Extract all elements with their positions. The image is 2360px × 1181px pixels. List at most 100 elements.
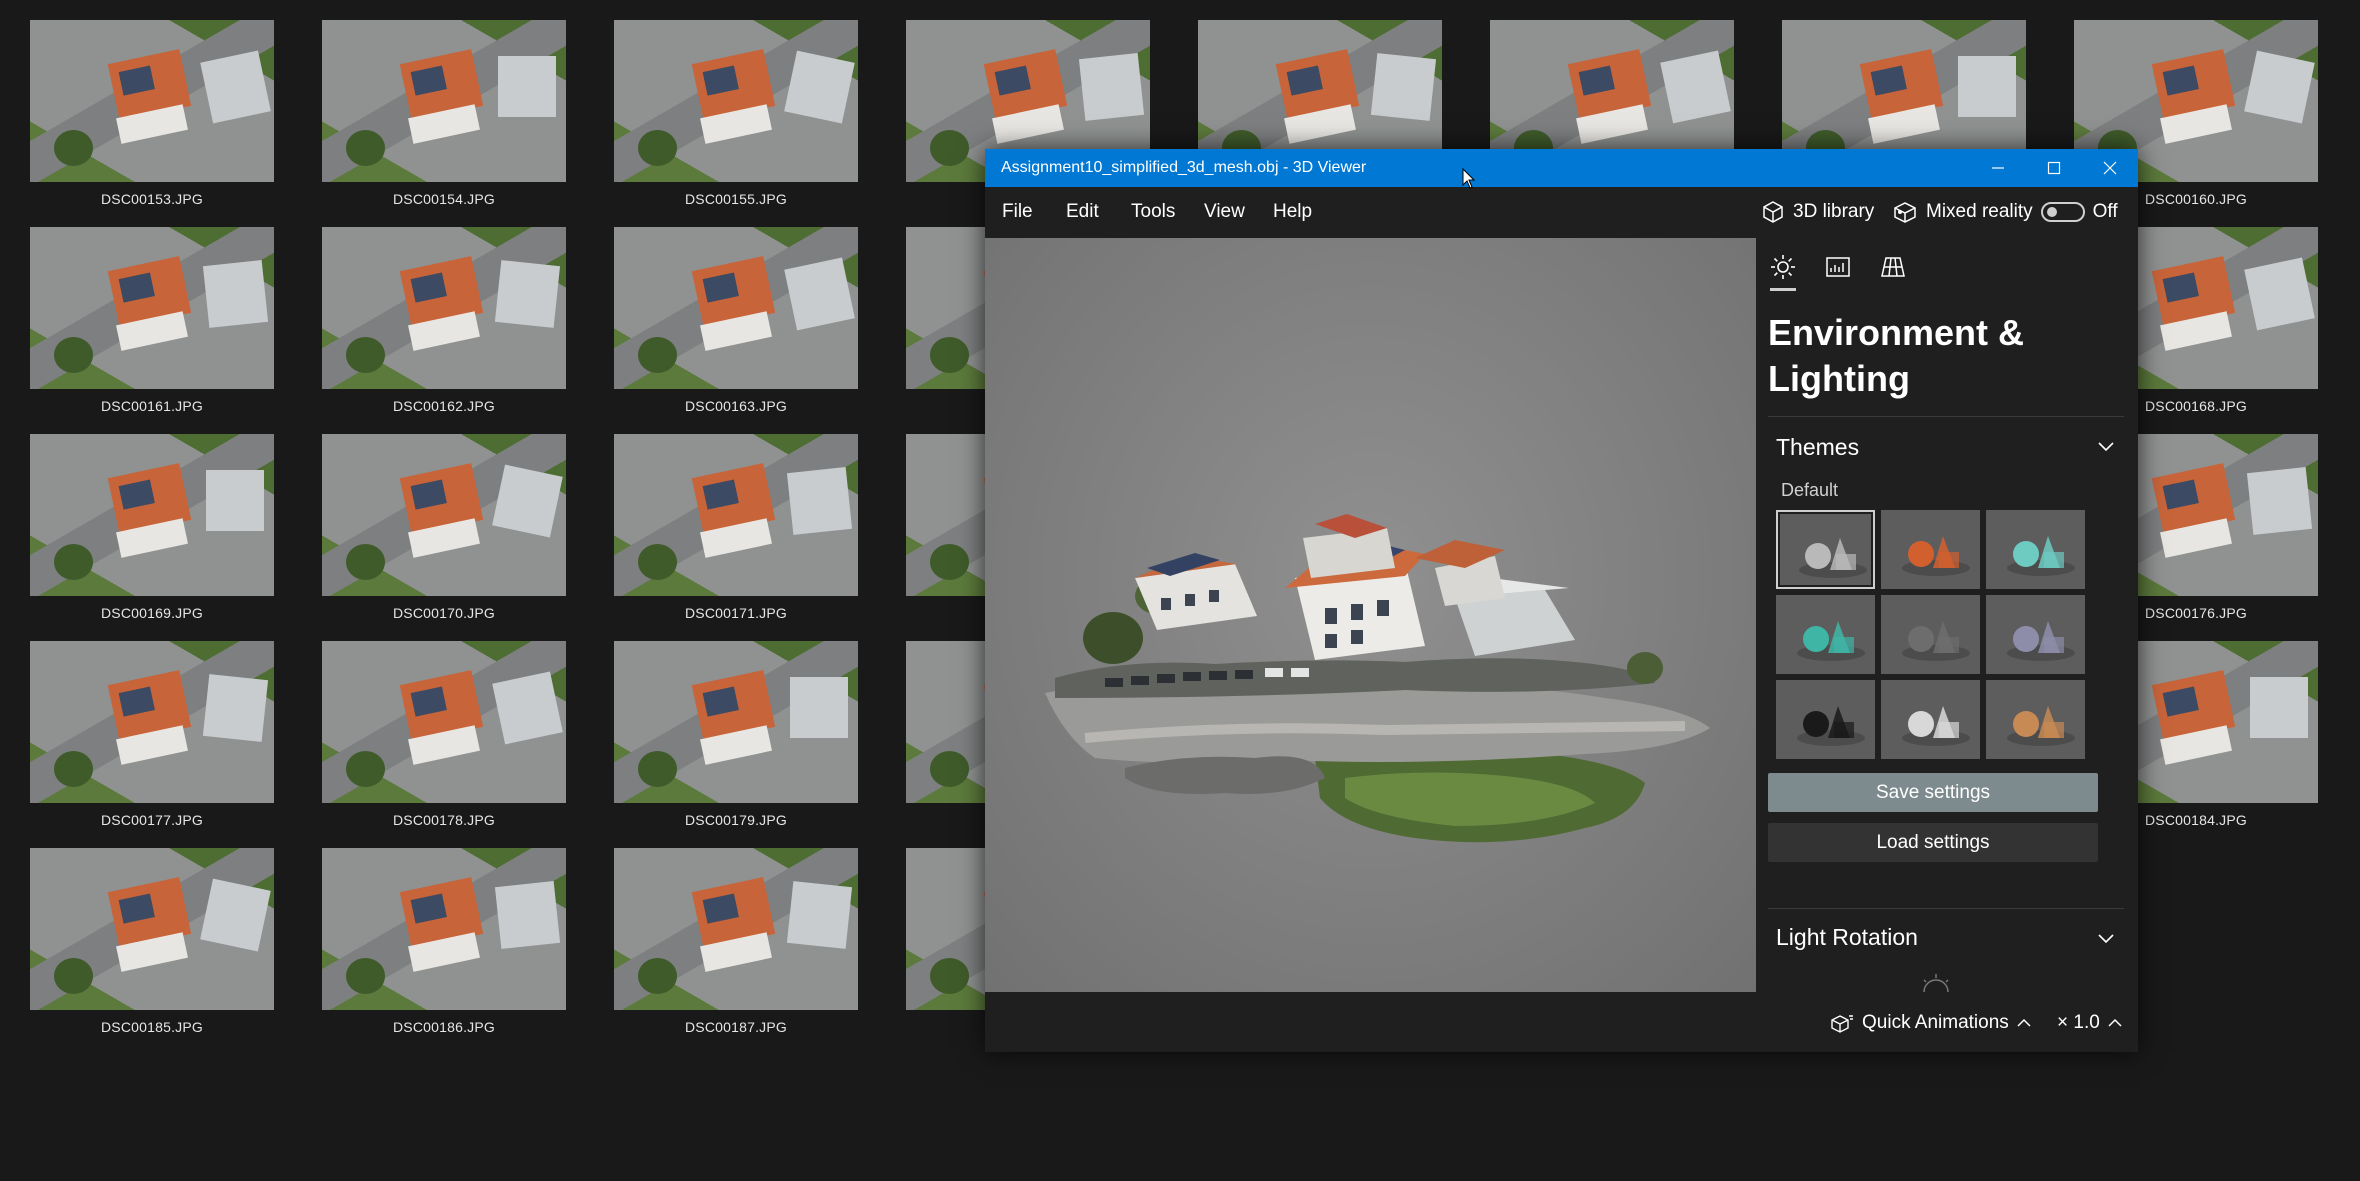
theme-swatch[interactable] [1881,680,1980,759]
theme-preview-icon [1902,706,1970,746]
minimize-button[interactable] [1970,149,2026,187]
theme-preview-icon [1797,621,1865,661]
status-bar: Quick Animations × 1.0 [985,992,2138,1052]
title-bar[interactable]: Assignment10_simplified_3d_mesh.obj - 3D… [985,149,2138,187]
aerial-photo-image [322,848,566,1010]
close-icon [2103,161,2117,175]
menu-tools[interactable]: Tools [1131,201,1175,223]
themes-title: Themes [1776,434,1860,460]
panel-title: Environment & Lighting [1768,312,2025,399]
aerial-photo-image [30,434,274,596]
stats-icon [1826,257,1850,277]
theme-preview-icon [2007,706,2075,746]
photo-filename: DSC00171.JPG [684,605,787,621]
photo-thumbnail[interactable]: DSC00155.JPG [614,20,858,207]
environment-panel: Environment & Lighting Themes Default Sa… [1756,238,2138,992]
photo-filename: DSC00170.JPG [392,605,495,621]
menu-file[interactable]: File [1002,201,1033,223]
window-title: Assignment10_simplified_3d_mesh.obj - 3D… [1001,159,1367,176]
photo-filename: DSC00163.JPG [684,398,787,414]
photo-filename: DSC00185.JPG [100,1019,203,1035]
aerial-photo-image [614,20,858,182]
theme-preview-icon [2007,536,2075,576]
photo-filename: DSC00186.JPG [392,1019,495,1035]
tab-stats[interactable] [1823,252,1853,282]
menu-view[interactable]: View [1204,201,1245,223]
theme-swatch[interactable] [1776,595,1875,674]
photo-filename: DSC00153.JPG [100,191,203,207]
photo-thumbnail[interactable]: DSC00161.JPG [30,227,274,414]
photo-thumbnail[interactable]: DSC00170.JPG [322,434,566,621]
photo-thumbnail[interactable]: DSC00187.JPG [614,848,858,1035]
library-button[interactable]: 3D library [1761,200,1874,224]
theme-swatch[interactable] [1986,510,2085,589]
photo-filename: DSC00187.JPG [684,1019,787,1035]
maximize-button[interactable] [2026,149,2082,187]
chevron-down-icon [2098,442,2114,452]
speed-control[interactable]: × 1.0 [2057,1012,2122,1034]
theme-preview-icon [1902,536,1970,576]
theme-swatch[interactable] [1881,510,1980,589]
theme-swatch[interactable] [1986,595,2085,674]
theme-swatch[interactable] [1986,680,2085,759]
photo-thumbnail[interactable]: DSC00178.JPG [322,641,566,828]
theme-swatch[interactable] [1881,595,1980,674]
photo-thumbnail[interactable]: DSC00162.JPG [322,227,566,414]
photo-thumbnail[interactable]: DSC00153.JPG [30,20,274,207]
cube-icon [1763,201,1783,223]
photo-filename: DSC00155.JPG [684,191,787,207]
photo-thumbnail[interactable]: DSC00169.JPG [30,434,274,621]
mixed-reality-label: Mixed reality [1926,201,2033,222]
photo-filename: DSC00154.JPG [392,191,495,207]
photo-thumbnail[interactable]: DSC00171.JPG [614,434,858,621]
chevron-up-icon [2017,1018,2031,1027]
theme-swatch[interactable] [1776,680,1875,759]
photo-filename: DSC00177.JPG [100,812,203,828]
save-settings-button[interactable]: Save settings [1768,773,2098,812]
light-rotation-title: Light Rotation [1776,924,1918,950]
aerial-photo-image [322,20,566,182]
theme-swatch[interactable] [1776,510,1875,589]
photo-thumbnail[interactable]: DSC00179.JPG [614,641,858,828]
theme-preview-icon [1902,621,1970,661]
theme-preview-icon [2007,621,2075,661]
load-settings-button[interactable]: Load settings [1768,823,2098,862]
mixed-reality-toggle[interactable] [2040,202,2085,222]
speed-label: × 1.0 [2057,1012,2100,1033]
quick-animations-label: Quick Animations [1862,1012,2009,1033]
light-rotation-dial-icon[interactable] [1916,972,1956,992]
close-button[interactable] [2082,149,2138,187]
tab-grid[interactable] [1878,252,1908,282]
animation-icon [1831,1015,1853,1033]
theme-preview-icon [1797,706,1865,746]
themes-group-label: Default [1781,480,1839,500]
aerial-photo-image [322,434,566,596]
photo-thumbnail[interactable]: DSC00154.JPG [322,20,566,207]
quick-animations-button[interactable]: Quick Animations [1830,1012,2031,1034]
menu-bar: File Edit Tools View Help 3D library Mix… [985,187,2138,238]
photo-filename: DSC00179.JPG [684,812,787,828]
photo-filename: DSC00178.JPG [392,812,495,828]
mixed-reality-icon [1894,202,1916,223]
tab-environment[interactable] [1768,252,1798,291]
divider [1768,908,2124,909]
photo-filename: DSC00161.JPG [100,398,203,414]
building-model [1045,514,1710,843]
mixed-reality-control[interactable]: Mixed reality Off [1892,200,2118,224]
library-label: 3D library [1793,201,1875,222]
minimize-icon [1992,167,2004,169]
photo-thumbnail[interactable]: DSC00186.JPG [322,848,566,1035]
photo-thumbnail[interactable]: DSC00185.JPG [30,848,274,1035]
menu-help[interactable]: Help [1273,201,1312,223]
photo-thumbnail[interactable]: DSC00177.JPG [30,641,274,828]
model-viewport[interactable] [985,238,1756,992]
menu-edit[interactable]: Edit [1066,201,1099,223]
aerial-photo-image [30,227,274,389]
aerial-photo-image [614,848,858,1010]
photo-thumbnail[interactable]: DSC00163.JPG [614,227,858,414]
grid-icon [1881,257,1905,277]
aerial-photo-image [30,641,274,803]
aerial-photo-image [614,641,858,803]
aerial-photo-image [30,848,274,1010]
aerial-photo-image [322,227,566,389]
